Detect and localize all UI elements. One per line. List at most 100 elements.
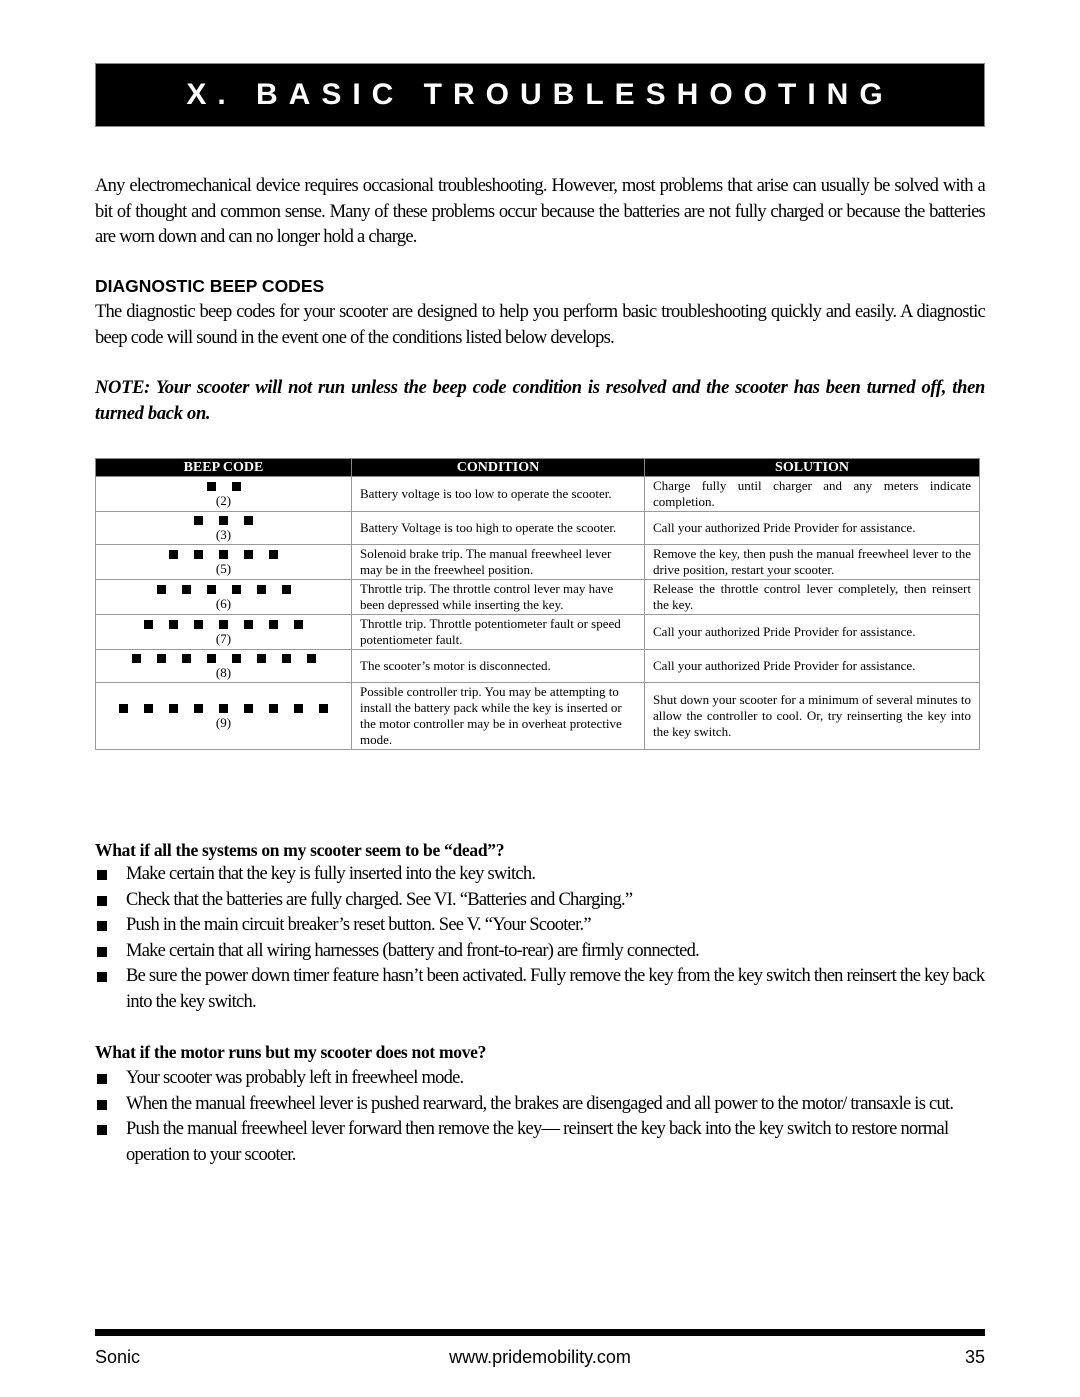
beep-square-icon [219, 619, 228, 629]
beep-square-icon [281, 584, 291, 594]
header-beep-code: BEEP CODE [95, 458, 352, 477]
beep-square-icon [206, 584, 216, 594]
square-bullet-icon [97, 1125, 107, 1135]
beep-square-icon [231, 584, 241, 594]
solution-cell: Call your authorized Pride Provider for … [644, 511, 980, 545]
beep-square-icon [319, 703, 328, 713]
beep-code-cell: (8) [95, 649, 352, 683]
beep-code-cell: (9) [95, 682, 352, 750]
table-row: (3) Battery Voltage is too high to operat… [95, 511, 980, 545]
square-bullet-icon [97, 972, 107, 982]
solution-cell: Release the throttle control lever compl… [644, 579, 980, 615]
diagnostic-heading: DIAGNOSTIC BEEP CODES [95, 276, 325, 296]
table-row: (9) Possible controller trip. You may be … [95, 682, 980, 750]
list-item-text: When the manual freewheel lever is pushe… [126, 1093, 954, 1114]
list-item-text: Push the manual freewheel lever forward … [126, 1119, 949, 1165]
faq-question-dead: What if all the systems on my scooter se… [95, 840, 505, 860]
list-item-text: Make certain that all wiring harnesses (… [126, 940, 700, 961]
list-item: Make certain that the key is fully inser… [95, 862, 985, 888]
condition-cell: Throttle trip. Throttle potentiometer fa… [351, 614, 645, 650]
square-bullet-icon [97, 1099, 107, 1110]
note-paragraph: NOTE: Your scooter will not run unless t… [95, 378, 985, 424]
beep-square-icon [169, 549, 178, 559]
beep-count: (3) [215, 527, 232, 542]
beep-square-icon [194, 515, 203, 525]
beep-square-icon [219, 515, 228, 525]
beep-square-icon [194, 549, 203, 559]
beep-square-icon [181, 584, 191, 594]
beep-code-cell: (3) [95, 511, 352, 545]
beep-code-cell: (7) [95, 614, 352, 650]
condition-cell: Possible controller trip. You may be att… [351, 682, 645, 750]
list-item-text: Your scooter was probably left in freewh… [126, 1068, 464, 1088]
solution-cell: Shut down your scooter for a minimum of … [644, 682, 980, 750]
list-item: Be sure the power down timer feature has… [95, 964, 985, 1015]
beep-square-icon [156, 584, 166, 594]
beep-count: (6) [215, 596, 232, 611]
beep-square-icon [269, 619, 278, 629]
square-bullet-icon [97, 1074, 107, 1084]
condition-cell: Battery Voltage is too high to operate t… [351, 511, 645, 545]
header-solution: SOLUTION [644, 458, 980, 477]
table-header-row: BEEP CODE CONDITION SOLUTION [95, 458, 980, 477]
beep-count: (5) [215, 561, 232, 576]
condition-cell: Throttle trip. The throttle control leve… [351, 579, 645, 615]
table-row: (8) The scooter’s motor is disconnected. C… [95, 649, 980, 683]
beep-square-icon [144, 619, 153, 629]
beep-square-icon [194, 619, 203, 629]
beep-square-icon [256, 653, 266, 663]
section-title-bar: X. BASIC TROUBLESHOOTING [95, 63, 985, 127]
table-row: (7) Throttle trip. Throttle potentiometer… [95, 614, 980, 650]
list-item: Your scooter was probably left in freewh… [95, 1066, 985, 1092]
beep-square-icon [244, 703, 253, 713]
solution-cell: Charge fully until charger and any meter… [644, 476, 980, 512]
beep-count: (2) [215, 493, 232, 508]
beep-square-icon [194, 703, 203, 713]
beep-square-icon [206, 481, 216, 491]
beep-count: (9) [215, 715, 232, 730]
page-footer: Sonic www.pridemobility.com 35 [95, 1347, 985, 1368]
beep-square-icon [256, 584, 266, 594]
beep-code-cell: (6) [95, 579, 352, 615]
faq-list-dead: Make certain that the key is fully inser… [95, 862, 985, 1015]
beep-square-icon [219, 549, 228, 559]
square-bullet-icon [97, 895, 107, 906]
beep-square-icon [144, 703, 153, 713]
beep-square-icon [231, 653, 241, 663]
list-item: Push the manual freewheel lever forward … [95, 1117, 985, 1168]
condition-cell: The scooter’s motor is disconnected. [351, 649, 645, 683]
footer-website-link[interactable]: www.pridemobility.com [449, 1347, 631, 1368]
table-row: (6) Throttle trip. The throttle control l… [95, 579, 980, 615]
beep-square-icon [306, 653, 316, 663]
intro-paragraph: Any electromechanical device requires oc… [95, 176, 986, 247]
beep-square-icon [156, 653, 166, 663]
beep-square-icon [119, 703, 128, 713]
beep-square-icon [231, 481, 241, 491]
list-item-text: Make certain that the key is fully inser… [126, 864, 536, 884]
beep-square-icon [294, 619, 303, 629]
list-item: When the manual freewheel lever is pushe… [95, 1092, 985, 1118]
square-bullet-icon [97, 946, 107, 957]
beep-square-icon [131, 653, 141, 663]
beep-square-icon [206, 653, 216, 663]
list-item: Make certain that all wiring harnesses (… [95, 939, 985, 965]
beep-square-icon [294, 703, 303, 713]
beep-count: (7) [215, 631, 232, 646]
beep-square-icon [181, 653, 191, 663]
list-item-text: Push in the main circuit breaker’s reset… [126, 915, 592, 935]
faq-list-no-move: Your scooter was probably left in freewh… [95, 1066, 985, 1168]
list-item-text: Be sure the power down timer feature has… [126, 966, 985, 1012]
beep-code-cell: (2) [95, 476, 352, 512]
beep-square-icon [169, 619, 178, 629]
diagnostic-paragraph: The diagnostic beep codes for your scoot… [95, 302, 986, 348]
beep-pattern [104, 582, 343, 596]
beep-square-icon [269, 549, 278, 559]
beep-count: (8) [215, 665, 232, 680]
footer-product-name: Sonic [95, 1347, 141, 1367]
square-bullet-icon [97, 870, 107, 880]
table-row: (5) Solenoid brake trip. The manual freew… [95, 544, 980, 580]
beep-square-icon [244, 515, 253, 525]
table-row: (2) Battery voltage is too low to operate… [95, 476, 980, 512]
condition-cell: Battery voltage is too low to operate th… [351, 476, 645, 512]
beep-square-icon [281, 653, 291, 663]
